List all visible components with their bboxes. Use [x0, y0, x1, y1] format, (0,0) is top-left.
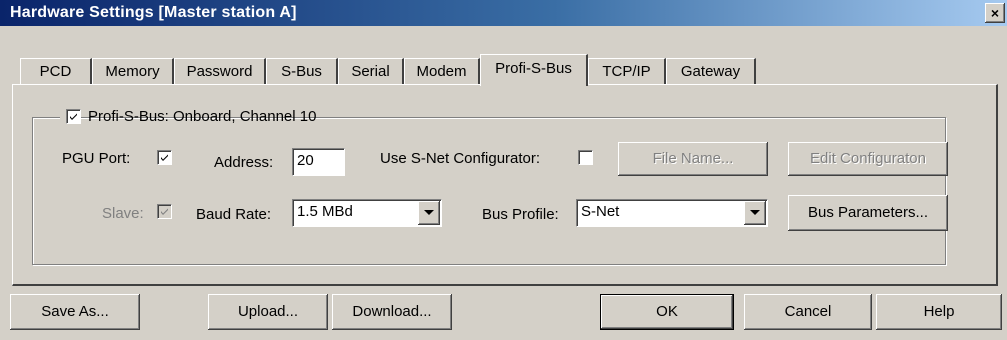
dropdown-button[interactable]	[418, 201, 440, 225]
tab-label: Profi-S-Bus	[495, 60, 572, 77]
chevron-down-icon	[750, 210, 760, 215]
profi-s-bus-group	[32, 117, 946, 265]
tab-label: Gateway	[680, 63, 741, 80]
check-icon	[70, 113, 77, 120]
baud-rate-select[interactable]: 1.5 MBd	[292, 199, 442, 227]
bus-parameters-button[interactable]: Bus Parameters...	[788, 195, 948, 231]
chevron-down-icon	[424, 210, 434, 215]
edit-configuration-button[interactable]: Edit Configuraton	[788, 142, 948, 176]
upload-button[interactable]: Upload...	[208, 294, 328, 330]
ok-button[interactable]: OK	[600, 294, 734, 330]
tab-s-bus[interactable]: S-Bus	[266, 58, 338, 84]
baud-rate-value: 1.5 MBd	[297, 203, 353, 220]
tab-serial[interactable]: Serial	[338, 58, 404, 84]
tab-memory[interactable]: Memory	[92, 58, 174, 84]
tab-label: S-Bus	[281, 63, 322, 80]
close-icon: ×	[990, 5, 1000, 21]
tab-password[interactable]: Password	[174, 58, 266, 84]
dropdown-button[interactable]	[744, 201, 766, 225]
group-header: Profi-S-Bus: Onboard, Channel 10	[60, 106, 316, 128]
baud-rate-label: Baud Rate:	[196, 206, 272, 223]
tab-modem[interactable]: Modem	[404, 58, 480, 84]
tab-gateway[interactable]: Gateway	[666, 58, 756, 84]
pgu-port-label: PGU Port:	[62, 150, 131, 167]
save-as-button[interactable]: Save As...	[10, 294, 140, 330]
bus-profile-select[interactable]: S-Net	[576, 199, 768, 227]
tab-pcd[interactable]: PCD	[20, 58, 92, 84]
tab-label: Serial	[351, 63, 390, 80]
use-snet-configurator-checkbox[interactable]	[578, 150, 593, 165]
use-snet-configurator-label: Use S-Net Configurator:	[380, 150, 541, 167]
bus-profile-value: S-Net	[581, 203, 620, 220]
tab-label: Password	[186, 63, 253, 80]
profi-s-bus-enable-checkbox[interactable]	[66, 109, 81, 124]
download-button[interactable]: Download...	[332, 294, 452, 330]
help-button[interactable]: Help	[876, 294, 1002, 330]
tab-label: Memory	[105, 63, 160, 80]
tab-tcp-ip[interactable]: TCP/IP	[588, 58, 666, 84]
tab-label: PCD	[39, 63, 72, 80]
check-icon	[161, 208, 168, 215]
window-title: Hardware Settings [Master station A]	[10, 4, 297, 21]
close-button[interactable]: ×	[985, 3, 1005, 23]
address-label: Address:	[214, 154, 274, 171]
slave-checkbox[interactable]	[157, 204, 172, 219]
group-title: Profi-S-Bus: Onboard, Channel 10	[88, 108, 317, 125]
tab-label: Modem	[416, 63, 467, 80]
title-bar[interactable]: Hardware Settings [Master station A] ×	[0, 0, 1007, 26]
bus-profile-label: Bus Profile:	[482, 206, 559, 223]
pgu-port-checkbox[interactable]	[157, 150, 172, 165]
check-icon	[161, 154, 168, 161]
address-input[interactable]: 20	[292, 148, 345, 176]
cancel-button[interactable]: Cancel	[744, 294, 872, 330]
tab-label: TCP/IP	[602, 63, 651, 80]
tab-profi-s-bus[interactable]: Profi-S-Bus	[480, 54, 588, 86]
slave-label: Slave:	[102, 205, 144, 222]
file-name-button[interactable]: File Name...	[618, 142, 768, 176]
hardware-settings-dialog: Hardware Settings [Master station A] × P…	[0, 0, 1007, 340]
